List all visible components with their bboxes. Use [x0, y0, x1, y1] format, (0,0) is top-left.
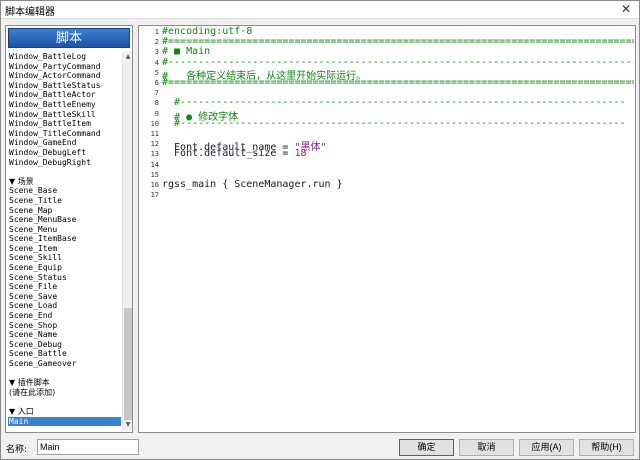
script-editor-window: 脚本编辑器 ✕ 脚本 Window_BattleLog Window_PartyC…	[0, 0, 640, 460]
list-section-header[interactable]: ▼ 入口	[8, 407, 121, 417]
script-list-item[interactable]: Scene_Menu	[8, 225, 121, 235]
script-list[interactable]: Window_BattleLog Window_PartyCommand Windo…	[8, 52, 121, 430]
script-list-item[interactable]: Window_ActorCommand	[8, 71, 121, 81]
script-list-item[interactable]: Scene_Title	[8, 196, 121, 206]
code-token: #=======================================…	[162, 77, 634, 88]
code-area[interactable]: #encoding:utf-8 #========================…	[162, 26, 634, 432]
line-number: 1	[154, 28, 159, 36]
script-list-item[interactable]: Window_PartyCommand	[8, 62, 121, 72]
script-list-item[interactable]: Window_DebugRight	[8, 158, 121, 168]
script-list-item[interactable]: Window_BattleEnemy	[8, 100, 121, 110]
title-bar: 脚本编辑器 ✕	[1, 1, 639, 19]
script-list-item[interactable]: Window_BattleStatus	[8, 81, 121, 91]
list-section-header[interactable]: ▼ 插件脚本	[8, 378, 121, 388]
script-list-item[interactable]: Scene_MenuBase	[8, 215, 121, 225]
script-list-item[interactable]: Scene_Save	[8, 292, 121, 302]
line-number: 6	[154, 79, 159, 87]
script-list-item[interactable]: Scene_Map	[8, 206, 121, 216]
list-spacer[interactable]	[8, 397, 121, 407]
list-spacer[interactable]	[8, 167, 121, 177]
close-icon[interactable]: ✕	[617, 2, 635, 17]
script-list-item[interactable]: Window_BattleLog	[8, 52, 121, 62]
script-list-item[interactable]: Main	[8, 416, 121, 427]
code-line[interactable]: #---------------------------------------…	[162, 118, 626, 129]
script-list-item[interactable]: Scene_Load	[8, 301, 121, 311]
line-number: 10	[150, 119, 159, 128]
script-list-item[interactable]: Scene_Item	[8, 244, 121, 254]
line-number: 4	[154, 58, 159, 67]
line-number: 16	[150, 181, 159, 189]
script-list-item[interactable]: Window_BattleItem	[8, 119, 121, 129]
script-list-header: 脚本	[8, 28, 130, 48]
scroll-up-icon[interactable]: ▲	[123, 52, 133, 62]
script-list-item[interactable]: Scene_Equip	[8, 263, 121, 273]
script-list-item[interactable]: Scene_End	[8, 311, 121, 321]
line-number: 12	[150, 140, 159, 149]
code-token: #---------------------------------------…	[162, 117, 626, 129]
script-list-item[interactable]: Scene_Gameover	[8, 359, 121, 369]
script-list-scrollbar[interactable]: ▲ ▼	[122, 52, 132, 430]
script-list-item[interactable]: Scene_ItemBase	[8, 234, 121, 244]
script-list-item[interactable]: Scene_Skill	[8, 253, 121, 263]
line-number: 13	[150, 150, 159, 159]
footer-bar: 名称: 确定 取消 应用(A) 帮助(H)	[1, 437, 639, 459]
list-spacer[interactable]	[8, 369, 121, 379]
scroll-down-icon[interactable]: ▼	[123, 420, 133, 430]
script-list-item[interactable]: Window_BattleActor	[8, 90, 121, 100]
list-section-header[interactable]: (请在此添加)	[8, 388, 121, 398]
code-token: rgss_main { SceneManager.run }	[162, 179, 343, 190]
script-list-item[interactable]: Window_BattleSkill	[8, 110, 121, 120]
line-number: 7	[154, 89, 159, 98]
line-number: 11	[150, 130, 159, 138]
script-list-item[interactable]: Scene_Shop	[8, 321, 121, 331]
script-list-item[interactable]: Scene_Debug	[8, 340, 121, 350]
apply-button[interactable]: 应用(A)	[519, 439, 574, 456]
window-title: 脚本编辑器	[5, 7, 55, 18]
line-number: 9	[154, 109, 159, 118]
name-input[interactable]	[37, 439, 139, 455]
script-list-item[interactable]: Window_TitleCommand	[8, 129, 121, 139]
help-button[interactable]: 帮助(H)	[579, 439, 634, 456]
cancel-button[interactable]: 取消	[459, 439, 514, 456]
line-number: 5	[154, 68, 159, 77]
code-line[interactable]: Font.default_size = 18	[162, 148, 307, 160]
line-number: 14	[150, 160, 159, 169]
list-section-header[interactable]: ▼ 场景	[8, 177, 121, 187]
script-list-item[interactable]: Scene_Name	[8, 330, 121, 340]
ok-button[interactable]: 确定	[399, 439, 454, 456]
line-number-gutter: 1 2 3 4 5 6 7 8 9 10 11 12 13 14 15 16 17	[139, 26, 161, 432]
script-list-item[interactable]: Scene_File	[8, 282, 121, 292]
code-token: 18	[294, 148, 307, 160]
line-number: 2	[154, 38, 159, 47]
script-list-item[interactable]: Scene_Battle	[8, 349, 121, 359]
code-line[interactable]: rgss_main { SceneManager.run }	[162, 179, 343, 190]
script-list-item[interactable]: Window_GameEnd	[8, 138, 121, 148]
line-number: 17	[150, 191, 159, 200]
script-list-item[interactable]: Scene_Status	[8, 273, 121, 283]
script-list-item[interactable]: Scene_Base	[8, 186, 121, 196]
line-number: 3	[154, 48, 159, 57]
name-label: 名称:	[6, 445, 28, 455]
scroll-thumb[interactable]	[124, 308, 132, 420]
line-number: 15	[150, 170, 159, 179]
code-line[interactable]: #=======================================…	[162, 36, 634, 47]
script-list-item[interactable]: Window_DebugLeft	[8, 148, 121, 158]
script-list-panel: 脚本 Window_BattleLog Window_PartyCommand Wi…	[5, 25, 133, 433]
code-line[interactable]: #=======================================…	[162, 77, 634, 88]
line-number: 8	[154, 99, 159, 108]
code-token: #=======================================…	[162, 36, 634, 48]
code-token: Font.default_size =	[162, 148, 295, 160]
code-editor[interactable]: 1 2 3 4 5 6 7 8 9 10 11 12 13 14 15 16 17 #encoding:utf-…	[138, 25, 636, 433]
